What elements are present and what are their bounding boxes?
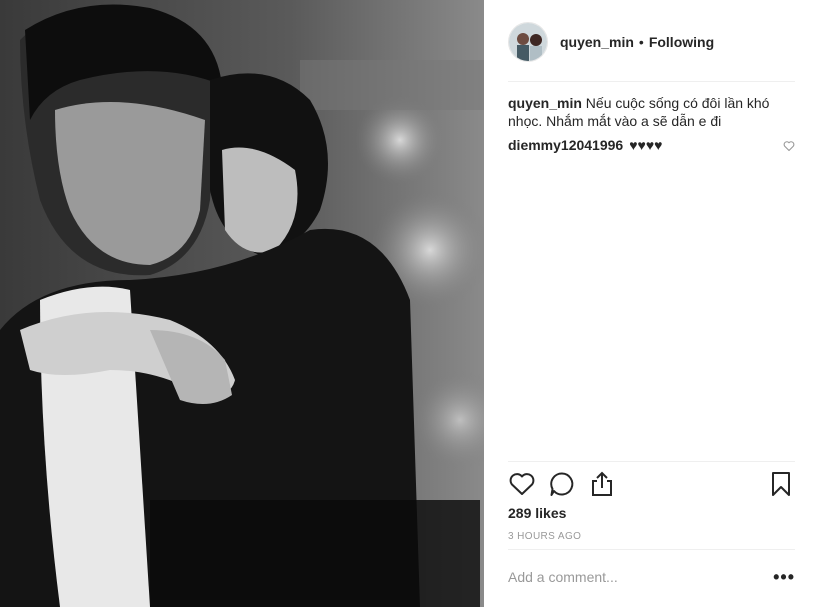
small-heart-icon[interactable]: [783, 138, 795, 156]
share-upload-icon[interactable]: [588, 470, 616, 498]
post-header: quyen_min • Following: [508, 22, 795, 62]
comment-username[interactable]: diemmy12041996: [508, 136, 623, 154]
post-details-panel: quyen_min • Following quyen_min Nếu cuộc…: [484, 0, 823, 607]
header-divider: [508, 81, 795, 82]
actions-divider: [508, 461, 795, 462]
heart-outline-icon[interactable]: [508, 470, 536, 498]
likes-count[interactable]: 289 likes: [508, 505, 566, 521]
comment-text: ♥♥♥♥: [629, 137, 663, 153]
add-comment-bar: Add a comment... •••: [508, 562, 795, 592]
post-actions: [508, 470, 795, 498]
post-caption: quyen_min Nếu cuộc sống có đôi lần khó n…: [508, 94, 795, 130]
post-timestamp[interactable]: 3 HOURS AGO: [508, 531, 581, 542]
speech-bubble-icon[interactable]: [548, 470, 576, 498]
following-button[interactable]: Following: [649, 34, 714, 50]
post-photo[interactable]: [0, 0, 484, 607]
avatar[interactable]: [508, 22, 548, 62]
add-comment-input[interactable]: Add a comment...: [508, 569, 773, 585]
comment-item: diemmy12041996 ♥♥♥♥: [508, 136, 795, 154]
comment-divider: [508, 549, 795, 550]
bookmark-icon[interactable]: [767, 470, 795, 498]
post-username[interactable]: quyen_min: [560, 34, 634, 50]
header-separator: •: [638, 34, 644, 50]
couple-photo-image: [0, 0, 484, 607]
caption-username[interactable]: quyen_min: [508, 95, 582, 111]
more-options-icon[interactable]: •••: [773, 568, 795, 586]
